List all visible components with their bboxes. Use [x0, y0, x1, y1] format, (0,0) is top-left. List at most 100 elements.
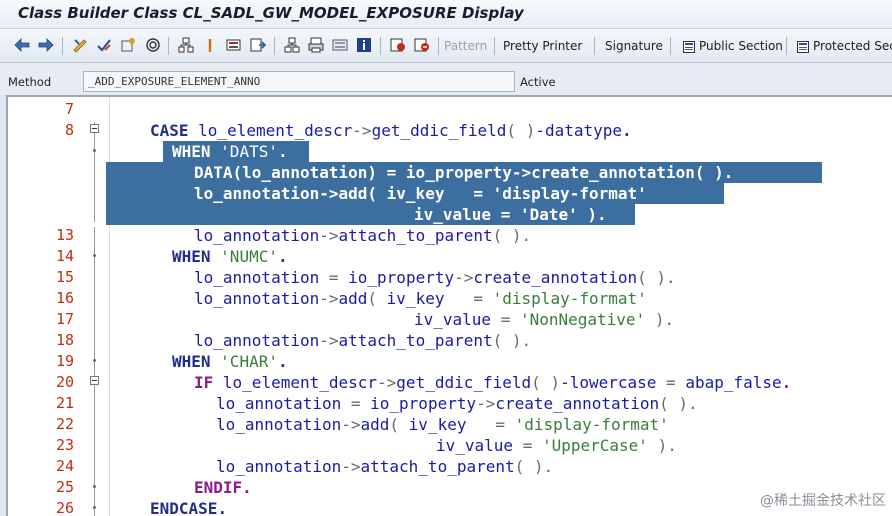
method-name-field[interactable]: _ADD_EXPOSURE_ELEMENT_ANNO [83, 71, 515, 92]
method-label: Method [8, 75, 52, 89]
public-section-button[interactable]: Public Section [699, 39, 783, 53]
line-number: 20 [55, 373, 74, 391]
fold-dot [93, 506, 96, 509]
application-toolbar: Pattern Pretty Printer Signature Public … [0, 29, 892, 63]
code-text: DATA(lo_annotation) = io_property->creat… [194, 163, 734, 182]
line-number: 11 [55, 184, 74, 202]
line-number: 25 [55, 478, 74, 496]
code-text: CASE lo_element_descr->get_ddic_field( )… [150, 121, 632, 140]
line-number: 13 [55, 226, 74, 244]
code-text: WHEN 'NUMC'. [172, 247, 288, 266]
public-section-icon [683, 38, 695, 53]
code-line[interactable]: 9 WHEN 'DATS'. [8, 141, 892, 162]
fold-dot [93, 254, 96, 257]
code-text: lo_annotation->attach_to_parent( ). [216, 457, 554, 476]
code-text: iv_value = 'Date' ). [414, 205, 607, 224]
protected-section-button[interactable]: Protected Sec [813, 39, 892, 53]
toolbar-separator [786, 37, 787, 55]
print-icon[interactable] [308, 37, 324, 53]
line-number: 18 [55, 331, 74, 349]
line-number: 24 [55, 457, 74, 475]
window-title: Class Builder Class CL_SADL_GW_MODEL_EXP… [18, 4, 524, 22]
code-text: WHEN 'DATS'. [172, 142, 288, 161]
line-number: 14 [55, 247, 74, 265]
fold-dot [93, 485, 96, 488]
method-header: Method _ADD_EXPOSURE_ELEMENT_ANNO Active [0, 63, 892, 95]
toolbar-separator [438, 37, 439, 55]
code-line[interactable]: 18 lo_annotation->attach_to_parent( ). [8, 330, 892, 351]
code-text: ENDIF. [194, 478, 252, 497]
code-text: iv_value = 'NonNegative' ). [414, 310, 675, 329]
code-line[interactable]: 24 lo_annotation->attach_to_parent( ). [8, 456, 892, 477]
line-number: 8 [64, 121, 74, 139]
code-line[interactable]: 14 WHEN 'NUMC'. [8, 246, 892, 267]
code-line[interactable]: 17 iv_value = 'NonNegative' ). [8, 309, 892, 330]
line-number: 21 [55, 394, 74, 412]
code-text: WHEN 'CHAR'. [172, 352, 288, 371]
fold-collapse-icon[interactable] [90, 124, 99, 133]
toolbar-separator [380, 37, 381, 55]
line-number: 9 [64, 142, 74, 160]
code-line[interactable]: 16 lo_annotation->add( iv_key = 'display… [8, 288, 892, 309]
code-text: lo_annotation->attach_to_parent( ). [194, 331, 532, 350]
session-breakpoint-icon[interactable] [414, 37, 430, 53]
code-line[interactable]: 20 IF lo_element_descr->get_ddic_field( … [8, 372, 892, 393]
code-text: lo_annotation->add( iv_key = 'display-fo… [194, 289, 647, 308]
line-number: 15 [55, 268, 74, 286]
line-number: 16 [55, 289, 74, 307]
title-bar: Class Builder Class CL_SADL_GW_MODEL_EXP… [0, 0, 892, 29]
code-editor[interactable]: 7 8 CASE lo_element_descr->get_ddic_fiel… [6, 95, 892, 516]
toolbar-separator [62, 37, 63, 55]
test-icon[interactable] [145, 37, 161, 53]
fold-collapse-icon[interactable] [90, 376, 99, 385]
code-line[interactable]: 15 lo_annotation = io_property->create_a… [8, 267, 892, 288]
line-number: 7 [64, 100, 74, 118]
code-text: lo_annotation->attach_to_parent( ). [194, 226, 532, 245]
code-line[interactable]: 19 WHEN 'CHAR'. [8, 351, 892, 372]
line-number: 17 [55, 310, 74, 328]
code-text: iv_value = 'UpperCase' ). [436, 436, 677, 455]
pretty-printer-button[interactable]: Pretty Printer [503, 39, 582, 53]
info-icon[interactable] [356, 37, 372, 53]
navigator-icon[interactable] [202, 37, 218, 53]
code-line[interactable]: 23 iv_value = 'UpperCase' ). [8, 435, 892, 456]
toolbar-separator [168, 37, 169, 55]
code-line[interactable]: 11 lo_annotation->add( iv_key = 'display… [8, 183, 892, 204]
pattern-button[interactable]: Pattern [444, 39, 487, 53]
code-line[interactable]: 22 lo_annotation->add( iv_key = 'display… [8, 414, 892, 435]
code-text: IF lo_element_descr->get_ddic_field( )-l… [194, 373, 792, 392]
code-line[interactable]: 7 [8, 99, 892, 120]
line-number: 23 [55, 436, 74, 454]
display-change-icon[interactable] [72, 37, 88, 53]
code-line[interactable]: 21 lo_annotation = io_property->create_a… [8, 393, 892, 414]
where-used-icon[interactable] [178, 37, 194, 53]
fold-dot [93, 359, 96, 362]
other-object-icon[interactable] [226, 37, 242, 53]
line-number: 22 [55, 415, 74, 433]
display-object-list-icon[interactable] [250, 37, 266, 53]
check-icon[interactable] [96, 37, 112, 53]
code-line[interactable]: 13 lo_annotation->attach_to_parent( ). [8, 225, 892, 246]
line-number: 19 [55, 352, 74, 370]
code-line[interactable]: 10 DATA(lo_annotation) = io_property->cr… [8, 162, 892, 183]
code-line[interactable]: 8 CASE lo_element_descr->get_ddic_field(… [8, 120, 892, 141]
code-text: lo_annotation->add( iv_key = 'display-fo… [194, 184, 647, 203]
signature-button[interactable]: Signature [605, 39, 663, 53]
stack-icon[interactable] [332, 37, 348, 53]
toolbar-separator [594, 37, 595, 55]
hierarchy-icon[interactable] [284, 37, 300, 53]
toolbar-separator [670, 37, 671, 55]
protected-section-icon [797, 38, 809, 53]
code-text: lo_annotation = io_property->create_anno… [194, 268, 676, 287]
set-breakpoint-icon[interactable] [390, 37, 406, 53]
line-number: 10 [55, 163, 74, 181]
code-text: lo_annotation->add( iv_key = 'display-fo… [216, 415, 669, 434]
code-line[interactable]: 12 iv_value = 'Date' ). [8, 204, 892, 225]
method-status: Active [520, 75, 556, 89]
line-number: 12 [55, 205, 74, 223]
toolbar-separator [274, 37, 275, 55]
back-arrow-icon[interactable] [14, 37, 30, 53]
activate-icon[interactable] [120, 37, 136, 53]
forward-arrow-icon[interactable] [38, 37, 54, 53]
code-text: ENDCASE. [150, 499, 228, 516]
